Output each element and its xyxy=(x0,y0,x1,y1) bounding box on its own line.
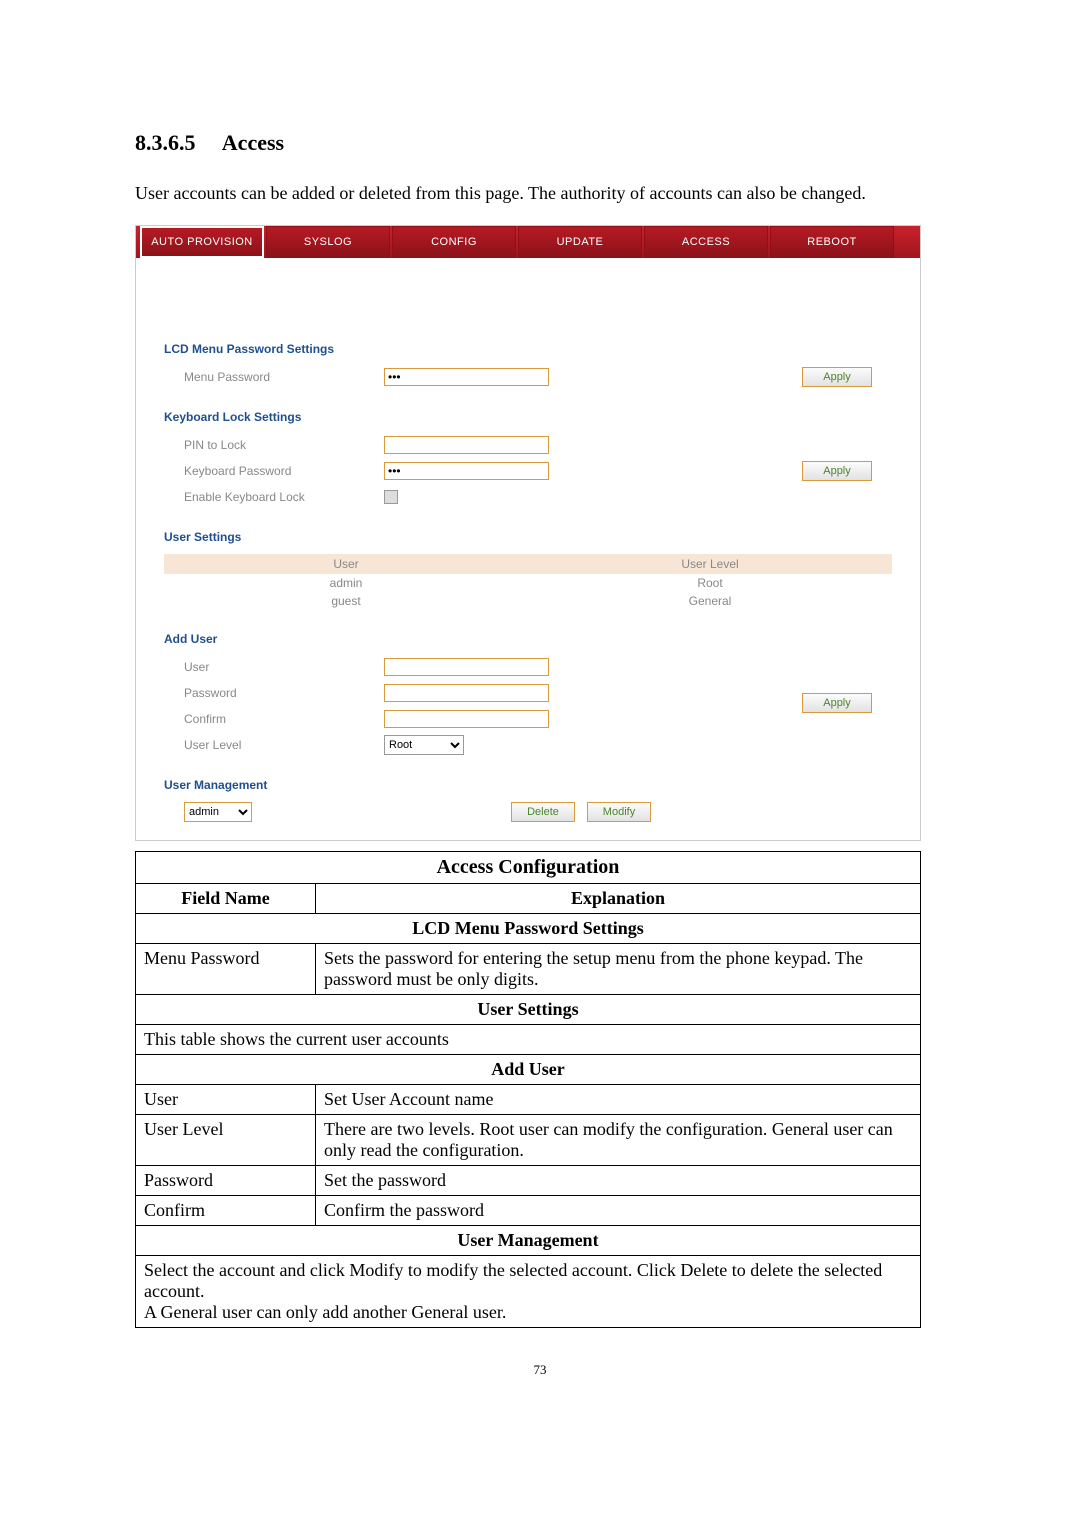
cfg-section: User Management xyxy=(136,1226,921,1256)
section-title: Access xyxy=(222,130,284,155)
user-settings-table: User User Level admin Root guest General xyxy=(164,554,892,610)
user-management-title: User Management xyxy=(164,778,892,792)
user-col-header: User xyxy=(164,554,528,574)
section-number: 8.3.6.5 xyxy=(135,130,196,155)
cfg-section: User Settings xyxy=(136,995,921,1025)
cfg-header-field: Field Name xyxy=(136,884,316,914)
add-user-level-select[interactable]: Root xyxy=(384,735,464,755)
enable-keyboard-lock-checkbox[interactable] xyxy=(384,490,398,504)
add-user-password-label: Password xyxy=(184,686,384,700)
table-row: admin xyxy=(164,574,528,592)
add-user-level-label: User Level xyxy=(184,738,384,752)
modify-button[interactable]: Modify xyxy=(587,802,651,822)
add-user-level-row: User Level Root xyxy=(184,734,892,756)
cfg-explanation: Confirm the password xyxy=(316,1196,921,1226)
keyboard-password-row: Keyboard Password Apply xyxy=(184,460,892,482)
intro-paragraph: User accounts can be added or deleted fr… xyxy=(135,180,945,207)
delete-button[interactable]: Delete xyxy=(511,802,575,822)
cfg-field-name: Password xyxy=(136,1166,316,1196)
cfg-field-name: User xyxy=(136,1085,316,1115)
kbl-apply-button[interactable]: Apply xyxy=(802,461,872,481)
screenshot-panel: AUTO PROVISION SYSLOG CONFIG UPDATE ACCE… xyxy=(135,225,921,841)
lcd-apply-button[interactable]: Apply xyxy=(802,367,872,387)
enable-keyboard-lock-row: Enable Keyboard Lock xyxy=(184,486,892,508)
tab-syslog[interactable]: SYSLOG xyxy=(266,226,390,258)
cfg-text-line: Select the account and click Modify to m… xyxy=(144,1260,882,1301)
cfg-explanation: Sets the password for entering the setup… xyxy=(316,944,921,995)
pin-row: PIN to Lock xyxy=(184,434,892,456)
pin-input[interactable] xyxy=(384,436,549,454)
add-user-apply-button[interactable]: Apply xyxy=(802,693,872,713)
page-number: 73 xyxy=(135,1362,945,1378)
cfg-section: LCD Menu Password Settings xyxy=(136,914,921,944)
add-user-password-input[interactable] xyxy=(384,684,549,702)
cfg-field-name: User Level xyxy=(136,1115,316,1166)
tab-config[interactable]: CONFIG xyxy=(392,226,516,258)
add-user-user-input[interactable] xyxy=(384,658,549,676)
level-col-header: User Level xyxy=(528,554,892,574)
cfg-field-name: Confirm xyxy=(136,1196,316,1226)
cfg-field-name: Menu Password xyxy=(136,944,316,995)
cfg-explanation: There are two levels. Root user can modi… xyxy=(316,1115,921,1166)
tab-access[interactable]: ACCESS xyxy=(644,226,768,258)
cfg-explanation: Set User Account name xyxy=(316,1085,921,1115)
lcd-section-title: LCD Menu Password Settings xyxy=(164,342,892,356)
user-settings-title: User Settings xyxy=(164,530,892,544)
tab-auto-provision[interactable]: AUTO PROVISION xyxy=(140,226,264,258)
add-user-confirm-label: Confirm xyxy=(184,712,384,726)
user-management-row: admin Delete Modify xyxy=(184,802,892,822)
menu-password-label: Menu Password xyxy=(184,370,384,384)
keyboard-password-label: Keyboard Password xyxy=(184,464,384,478)
access-configuration-table: Access Configuration Field Name Explanat… xyxy=(135,851,921,1328)
cfg-section: Add User xyxy=(136,1055,921,1085)
add-user-user-label: User xyxy=(184,660,384,674)
add-user-user-row: User xyxy=(184,656,892,678)
section-heading: 8.3.6.5 Access xyxy=(135,130,945,156)
table-row: General xyxy=(528,592,892,610)
cfg-header-explanation: Explanation xyxy=(316,884,921,914)
cfg-full-row: Select the account and click Modify to m… xyxy=(136,1256,921,1328)
cfg-full-row: This table shows the current user accoun… xyxy=(136,1025,921,1055)
panel-body: LCD Menu Password Settings Menu Password… xyxy=(136,258,920,840)
enable-keyboard-lock-label: Enable Keyboard Lock xyxy=(184,490,384,504)
menu-password-input[interactable] xyxy=(384,368,549,386)
cfg-caption: Access Configuration xyxy=(136,852,921,884)
keyboard-password-input[interactable] xyxy=(384,462,549,480)
tab-update[interactable]: UPDATE xyxy=(518,226,642,258)
add-user-confirm-input[interactable] xyxy=(384,710,549,728)
kbl-section-title: Keyboard Lock Settings xyxy=(164,410,892,424)
tab-bar: AUTO PROVISION SYSLOG CONFIG UPDATE ACCE… xyxy=(136,226,920,258)
table-row: guest xyxy=(164,592,528,610)
tab-reboot[interactable]: REBOOT xyxy=(770,226,894,258)
menu-password-row: Menu Password Apply xyxy=(184,366,892,388)
user-management-select[interactable]: admin xyxy=(184,802,252,822)
add-user-title: Add User xyxy=(164,632,892,646)
cfg-text-line: A General user can only add another Gene… xyxy=(144,1302,506,1322)
table-row: Root xyxy=(528,574,892,592)
pin-label: PIN to Lock xyxy=(184,438,384,452)
cfg-explanation: Set the password xyxy=(316,1166,921,1196)
add-user-password-row: Password Apply xyxy=(184,682,892,704)
